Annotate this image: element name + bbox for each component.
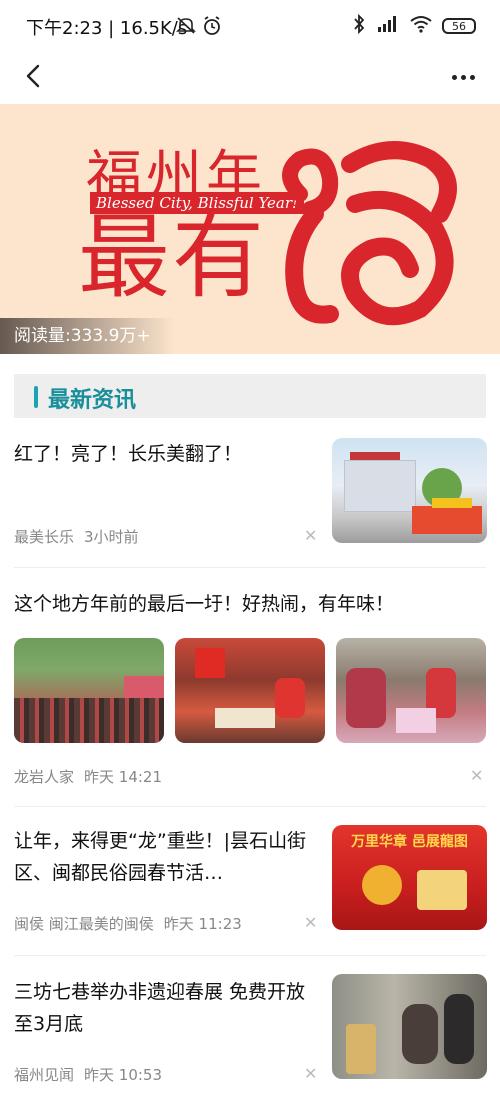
article-meta: 福州见闻 昨天 10:53 — [14, 1064, 162, 1085]
article-thumbnail: 万里华章 邑展龍图 — [332, 825, 487, 930]
article-thumbnail — [14, 638, 164, 743]
thumbnail-banner-text: 万里华章 邑展龍图 — [351, 834, 468, 850]
signal-icon — [376, 15, 400, 37]
article-time: 昨天 10:53 — [84, 1066, 163, 1084]
article-title: 三坊七巷举办非遗迎春展 免费开放至3月底 — [14, 981, 306, 1035]
chevron-left-icon — [26, 64, 40, 88]
more-dot-icon — [460, 74, 466, 80]
banner[interactable]: 福州年 Blessed City, Blissful Year! 最有 阅读量:… — [0, 104, 500, 354]
article-title: 红了！亮了！长乐美翻了！ — [14, 443, 243, 465]
bluetooth-icon — [352, 13, 366, 38]
article-source: 最美长乐 — [14, 528, 75, 546]
section-title: 最新资讯 — [48, 388, 137, 413]
article-time: 3小时前 — [84, 528, 139, 546]
article-source: 闽侯 闽江最美的闽侯 — [14, 915, 154, 933]
article-title: 这个地方年前的最后一圩！好热闹，有年味！ — [14, 593, 395, 615]
dismiss-icon[interactable]: ✕ — [304, 1064, 317, 1083]
banner-title-line2: 最有 — [78, 204, 267, 311]
article-source: 福州见闻 — [14, 1066, 75, 1084]
divider — [14, 567, 486, 568]
article-card[interactable]: 红了！亮了！长乐美翻了！ 最美长乐 3小时前 ✕ — [0, 428, 500, 568]
status-bar: 下午2:23 | 16.5K/s 56 — [0, 0, 500, 50]
article-card[interactable]: 这个地方年前的最后一圩！好热闹，有年味！ 龙岩人家 昨天 14:21 ✕ — [0, 576, 500, 806]
article-meta: 最美长乐 3小时前 — [14, 526, 139, 547]
nav-bar — [0, 50, 500, 104]
more-dot-icon — [469, 74, 475, 80]
read-count: 阅读量:333.9万+ — [0, 318, 175, 354]
article-card[interactable]: 让年，来得更“龙”重些！|昙石山街区、闽都民俗园春节活… 闽侯 闽江最美的闽侯昨… — [0, 815, 500, 955]
more-button[interactable] — [448, 62, 478, 92]
article-meta: 闽侯 闽江最美的闽侯 昨天 11:23 — [14, 913, 242, 934]
article-thumbnail — [336, 638, 486, 743]
article-card[interactable]: 三坊七巷举办非遗迎春展 免费开放至3月底 福州见闻 昨天 10:53 ✕ — [0, 964, 500, 1111]
alarm-icon — [202, 16, 222, 36]
article-thumbnail — [332, 438, 487, 543]
dismiss-icon[interactable]: ✕ — [304, 913, 317, 932]
article-time: 昨天 14:21 — [84, 768, 163, 786]
wifi-icon — [410, 15, 432, 37]
section-accent-bar — [34, 386, 38, 408]
article-thumbnail — [175, 638, 325, 743]
dismiss-icon[interactable]: ✕ — [470, 766, 483, 785]
more-dot-icon — [451, 74, 457, 80]
battery-icon: 56 — [442, 18, 476, 34]
article-title: 让年，来得更“龙”重些！|昙石山街区、闽都民俗园春节活… — [14, 830, 307, 884]
dismiss-icon[interactable]: ✕ — [304, 526, 317, 545]
back-button[interactable] — [18, 58, 54, 94]
article-meta: 龙岩人家 昨天 14:21 — [14, 766, 162, 787]
article-thumbnail — [332, 974, 487, 1079]
status-time: 下午2:23 | 16.5K/s — [26, 18, 188, 39]
fu-calligraphy-icon — [282, 141, 457, 326]
article-source: 龙岩人家 — [14, 768, 75, 786]
divider — [14, 806, 486, 807]
article-time: 昨天 11:23 — [163, 915, 242, 933]
mute-icon — [176, 16, 196, 34]
divider — [14, 955, 486, 956]
status-icons: 56 — [352, 13, 476, 38]
section-header: 最新资讯 — [14, 374, 486, 418]
